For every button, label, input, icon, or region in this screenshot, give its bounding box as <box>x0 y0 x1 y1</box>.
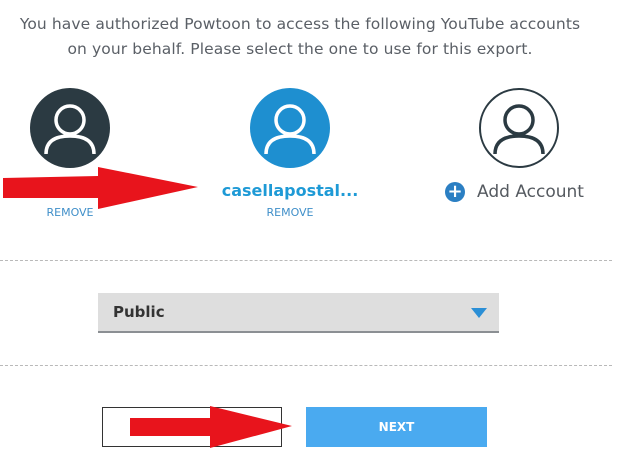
intro-text: You have authorized Powtoon to access th… <box>0 12 600 62</box>
user-icon <box>493 104 545 155</box>
dropdown-arrow-icon <box>471 308 487 318</box>
user-icon <box>44 104 96 155</box>
divider <box>0 365 612 366</box>
intro-line-1: You have authorized Powtoon to access th… <box>19 15 581 33</box>
add-account-label: Add Account <box>477 182 584 202</box>
account-avatar-2[interactable] <box>250 88 330 168</box>
add-account-button[interactable]: + Add Account <box>445 182 584 202</box>
annotation-arrow-next <box>130 406 292 448</box>
divider <box>0 260 612 261</box>
add-account-avatar[interactable] <box>479 88 559 168</box>
annotation-arrow-account <box>3 167 198 209</box>
user-icon <box>264 104 316 155</box>
privacy-select[interactable]: Public <box>98 293 499 333</box>
plus-circle-icon: + <box>445 182 465 202</box>
next-button[interactable]: NEXT <box>306 407 487 447</box>
account-name-2[interactable]: casellapostal... <box>212 181 368 200</box>
privacy-select-value: Public <box>113 303 165 321</box>
intro-line-2: on your behalf. Please select the one to… <box>67 40 533 58</box>
account-avatar-1[interactable] <box>30 88 110 168</box>
remove-account-2-button[interactable]: REMOVE <box>240 206 340 219</box>
